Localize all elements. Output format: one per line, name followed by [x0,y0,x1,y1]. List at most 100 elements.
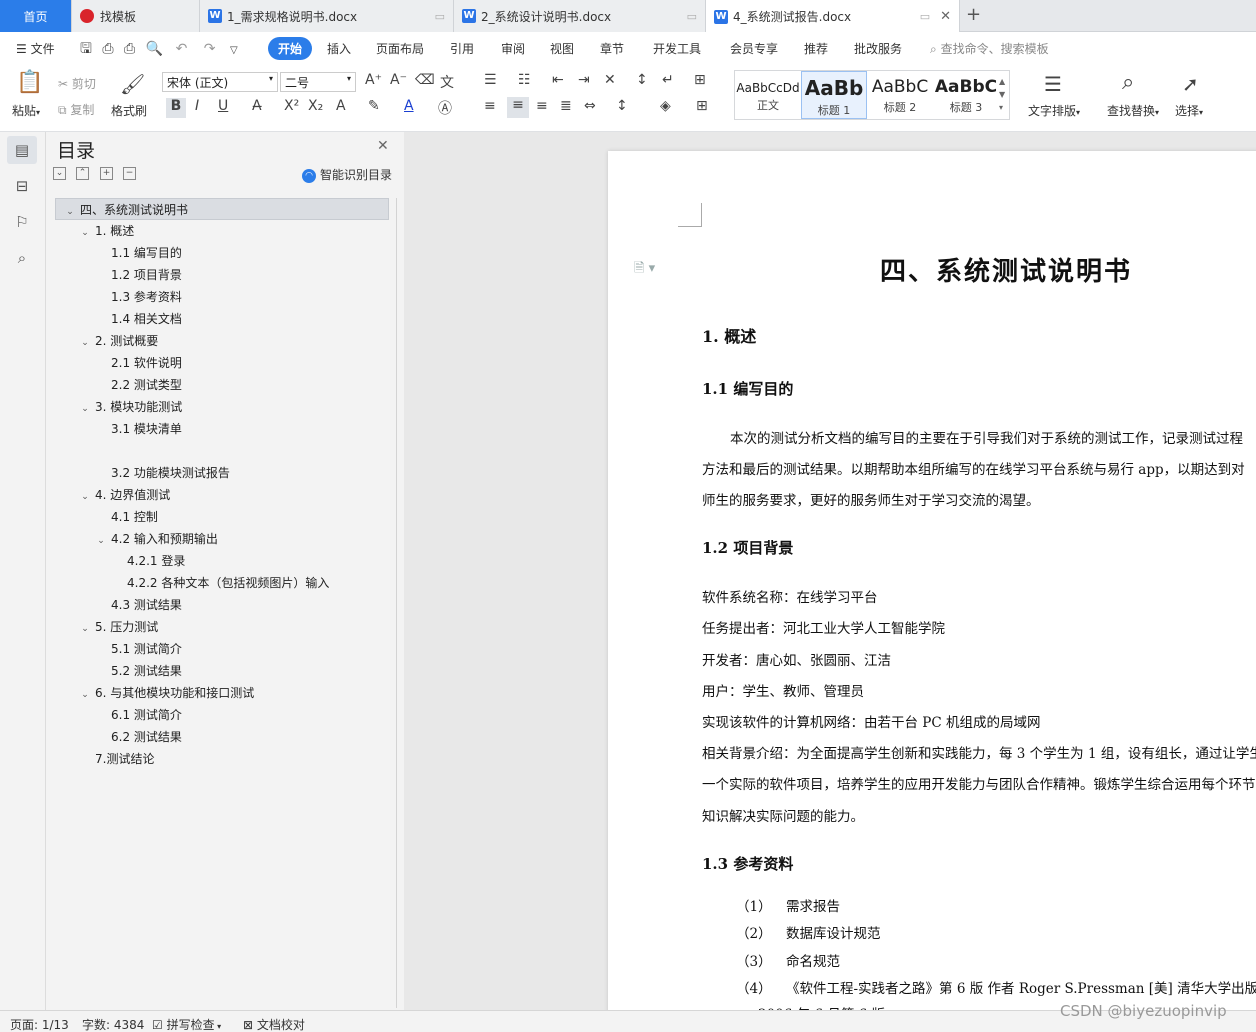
bold-icon[interactable]: B [166,98,186,118]
toc-scrollbar[interactable] [396,198,397,1008]
new-tab-button[interactable]: + [966,4,981,25]
redo-icon[interactable]: ↷ [204,41,216,57]
chevron-down-icon[interactable]: ⌄ [79,222,91,244]
tab-templates[interactable]: 找模板 [72,0,200,32]
align-left-icon[interactable]: ≡ [484,98,496,114]
text-layout-icon[interactable]: ☰ [1044,72,1062,96]
menu-tab-member[interactable]: 会员专享 [730,40,778,57]
style-heading-2[interactable]: AaBbC 标题 2 [867,71,933,119]
justify-icon[interactable]: ≣ [560,98,572,114]
export-pdf-icon[interactable]: ⎙ [102,41,113,57]
chevron-down-icon[interactable]: ⌄ [79,398,91,420]
toc-item[interactable]: 3.1 模块清单 [55,418,389,440]
superscript-icon[interactable]: X² [284,98,299,114]
increase-indent-icon[interactable]: ⇥ [578,72,590,88]
text-effect-icon[interactable]: A [336,98,346,114]
toc-item[interactable]: ⌄ 四、系统测试说明书 [55,198,389,220]
menu-tab-chapter[interactable]: 章节 [600,40,624,57]
toc-item[interactable]: 1.4 相关文档 [55,308,389,330]
find-replace-button[interactable]: 查找替换▾ [1107,102,1159,119]
tab-doc-test-report[interactable]: W 4_系统测试报告.docx ▭ ✕ [706,0,960,33]
font-name-select[interactable]: 宋体 (正文) ▾ [162,72,278,92]
chevron-down-icon[interactable]: ⌄ [79,332,91,354]
remove-heading-icon[interactable]: − [123,167,136,180]
toc-panel-icon[interactable]: ▤ [7,136,37,164]
copy-button[interactable]: ⧉ 复制 [58,101,94,118]
distribute-icon[interactable]: ⇔ [584,98,596,114]
bullet-list-icon[interactable]: ☰ [484,72,497,88]
toc-item[interactable]: 4.2.2 各种文本（包括视频图片）输入 [55,572,389,594]
toc-item[interactable]: 2.1 软件说明 [55,352,389,374]
paragraph-mark-icon[interactable]: ↵ [662,72,674,88]
select-cursor-icon[interactable]: ➚ [1182,72,1199,96]
toc-item[interactable]: 1.2 项目背景 [55,264,389,286]
chevron-down-icon[interactable]: ⌄ [79,618,91,640]
expand-up-icon[interactable]: ⌃ [76,167,89,180]
search-icon[interactable]: ⌕ [7,244,37,272]
numbered-list-icon[interactable]: ☷ [518,72,531,88]
char-border-icon[interactable]: Ⓐ [438,98,452,118]
customize-toolbar-icon[interactable]: ▽ [230,45,238,56]
align-right-icon[interactable]: ≡ [536,98,548,114]
smart-toc-button[interactable]: ◠ 智能识别目录 [302,166,392,183]
menu-tab-correction[interactable]: 批改服务 [854,40,902,57]
decrease-indent-icon[interactable]: ⇤ [552,72,564,88]
menu-tab-page-layout[interactable]: 页面布局 [376,40,424,57]
toc-item[interactable]: ⌄ 3. 模块功能测试 [55,396,389,418]
bookmark-icon[interactable]: ⚐ [7,208,37,236]
toc-item[interactable]: ⌄ 4.2 输入和预期输出 [55,528,389,550]
toc-item[interactable]: 6.2 测试结果 [55,726,389,748]
cut-button[interactable]: ✂ 剪切 [58,75,96,92]
tab-stop-icon[interactable]: ⊞ [694,72,706,88]
style-heading-1[interactable]: AaBb 标题 1 [801,71,867,119]
menu-tab-home[interactable]: 开始 [268,37,313,60]
clear-format-icon[interactable]: ⌫ [415,72,435,88]
menu-tab-view[interactable]: 视图 [550,40,574,57]
toc-item[interactable]: 2.2 测试类型 [55,374,389,396]
add-heading-icon[interactable]: + [100,167,113,180]
save-icon[interactable]: 🖫 [80,41,92,57]
toc-item[interactable]: ⌄ 4. 边界值测试 [55,484,389,506]
menu-tab-references[interactable]: 引用 [450,40,474,57]
close-icon[interactable]: ✕ [377,138,389,154]
phonetic-icon[interactable]: 文 [440,72,454,92]
toc-item[interactable]: 4.1 控制 [55,506,389,528]
highlight-icon[interactable]: ✎ [368,98,380,114]
chevron-down-icon[interactable]: ⌄ [79,486,91,508]
toc-item[interactable]: 6.1 测试简介 [55,704,389,726]
chevron-down-icon[interactable]: ⌄ [95,530,107,552]
toc-item[interactable]: 4.3 测试结果 [55,594,389,616]
document-page[interactable]: 🗎 ▾ 四、系统测试说明书 1. 概述 1.1 编写目的 本次的测试分析文档的编… [608,151,1256,1031]
font-color-icon[interactable]: A [404,98,414,114]
menu-tab-developer[interactable]: 开发工具 [653,40,701,57]
style-normal[interactable]: AaBbCcDd 正文 [735,71,801,119]
strikethrough-icon[interactable]: A̶ [252,98,262,114]
shading-icon[interactable]: ◈ [660,98,671,114]
paste-icon[interactable]: 📋 [16,70,43,95]
word-count[interactable]: 字数: 4384 [82,1016,144,1032]
proofread-button[interactable]: ⊠ 文档校对 [243,1016,305,1032]
toc-item[interactable]: 1.1 编写目的 [55,242,389,264]
spell-check-button[interactable]: ☑ 拼写检查 ▾ [152,1016,221,1032]
command-search[interactable]: ⌕ 查找命令、搜索模板 [930,40,1049,57]
undo-icon[interactable]: ↶ [176,41,188,57]
page-indicator[interactable]: 页面: 1/13 [10,1016,69,1032]
select-button[interactable]: 选择▾ [1175,102,1203,119]
toc-item[interactable] [55,440,389,462]
sort-icon[interactable]: ↕ [636,72,648,88]
tab-doc-design[interactable]: W 2_系统设计说明书.docx ▭ [454,0,706,32]
menu-tab-review[interactable]: 审阅 [501,40,525,57]
italic-icon[interactable]: I [195,98,199,114]
close-tab-icon[interactable]: ✕ [940,9,951,24]
text-layout-button[interactable]: 文字排版▾ [1028,102,1080,119]
collapse-all-icon[interactable]: ⌄ [53,167,66,180]
toc-item[interactable]: ⌄ 1. 概述 [55,220,389,242]
toc-item[interactable]: 3.2 功能模块测试报告 [55,462,389,484]
style-scroll-icon[interactable]: ▲ ▼ ▾ [999,75,1005,114]
toc-item[interactable]: ⌄ 6. 与其他模块功能和接口测试 [55,682,389,704]
format-painter-button[interactable]: 格式刷 [111,102,147,119]
menu-tab-insert[interactable]: 插入 [327,40,351,57]
toc-item[interactable]: 5.2 测试结果 [55,660,389,682]
print-icon[interactable]: ⎙ [124,41,135,57]
style-heading-3[interactable]: AaBbC 标题 3 [933,71,999,119]
